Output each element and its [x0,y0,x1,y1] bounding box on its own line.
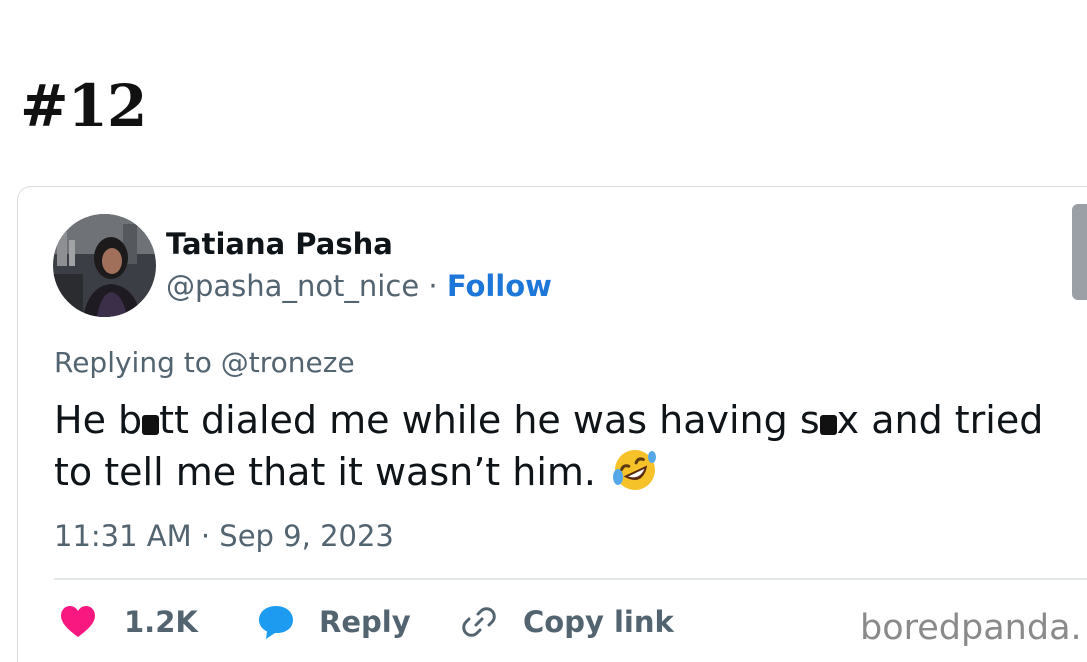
speech-bubble-icon [257,604,295,640]
like-count: 1.2K [124,605,198,639]
like-button[interactable]: 1.2K [60,602,198,642]
page-title: #12 [20,72,147,140]
reply-button[interactable]: Reply [257,602,411,642]
rolling-on-floor-laughing-emoji-icon [612,447,658,506]
reply-context: Replying to @troneze [54,343,355,383]
reply-to-handle[interactable]: @troneze [221,346,355,379]
handle-separator: · [419,269,447,303]
avatar-photo-icon [53,214,156,317]
author-name[interactable]: Tatiana Pasha [166,224,393,264]
reply-label: Reply [319,605,411,639]
watermark: boredpanda. [860,608,1082,648]
tweet-text-part-2: tt dialed me while he was having s [159,398,820,442]
link-icon [461,604,497,640]
divider [54,578,1087,580]
copy-link-label: Copy link [523,605,674,639]
heart-icon [60,605,96,639]
copy-link-button[interactable]: Copy link [461,602,674,642]
tweet-text: He b tt dialed me while he was having sx … [54,394,1084,506]
author-handle[interactable]: @pasha_not_nice [166,269,419,303]
avatar[interactable] [53,214,156,317]
tweet-text-part-1: He b [54,398,143,442]
handle-row: @pasha_not_nice · Follow [166,266,552,306]
censor-mark [142,415,160,435]
censor-mark [819,415,837,435]
reply-context-prefix: Replying to [54,346,221,379]
follow-button[interactable]: Follow [447,269,552,303]
tweet-timestamp[interactable]: 11:31 AM · Sep 9, 2023 [54,516,394,556]
scrollbar-thumb[interactable] [1072,204,1087,300]
